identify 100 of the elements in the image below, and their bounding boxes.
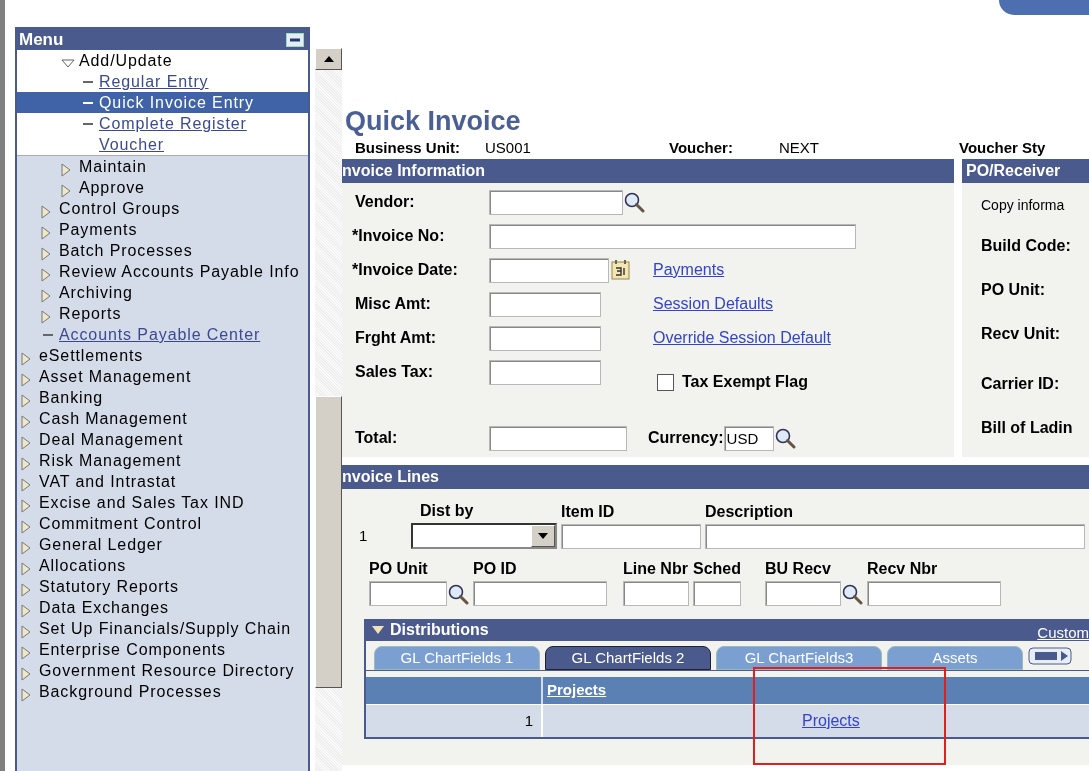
panel-text: Copy informa xyxy=(981,196,1066,215)
checkbox[interactable] xyxy=(657,373,674,391)
field-label: Recv Unit: xyxy=(981,324,1062,344)
input-field[interactable] xyxy=(489,257,609,283)
menu-item[interactable]: Batch Processes xyxy=(59,240,193,261)
input-field[interactable] xyxy=(623,581,689,606)
customize-link[interactable]: Custom xyxy=(1037,625,1089,641)
field-label: Business Unit: xyxy=(355,138,461,159)
up-arrow-icon xyxy=(323,56,334,62)
input-field[interactable]: USD xyxy=(723,425,774,451)
calendar-icon[interactable] xyxy=(611,259,631,281)
link[interactable]: Session Defaults xyxy=(653,292,774,316)
input-field[interactable] xyxy=(473,581,607,606)
section-header: nvoice Lines xyxy=(342,465,1089,489)
menu-item[interactable]: Asset Management xyxy=(39,366,192,387)
checkbox-label: Tax Exempt Flag xyxy=(682,372,808,392)
row-number: 1 xyxy=(359,525,369,546)
menu-item[interactable]: Government Resource Directory xyxy=(39,660,295,681)
input-field[interactable] xyxy=(489,425,627,451)
menu-item[interactable]: Statutory Reports xyxy=(39,576,179,597)
field-label: Voucher: xyxy=(669,138,734,159)
menu-item[interactable]: Deal Management xyxy=(39,429,184,450)
field-label: Bill of Ladin xyxy=(981,418,1074,438)
field-label: Sales Tax: xyxy=(355,362,434,382)
field-label: Description xyxy=(705,502,794,522)
menu-item[interactable]: eSettlements xyxy=(39,345,144,366)
menu-item[interactable]: VAT and Intrastat xyxy=(39,471,177,492)
menu-item[interactable]: Set Up Financials/Supply Chain xyxy=(39,618,291,639)
field-value: US001 xyxy=(485,138,532,159)
menu-item[interactable]: Data Exchanges xyxy=(39,597,169,618)
tab[interactable]: GL ChartFields 2 xyxy=(545,646,711,670)
menu-item[interactable]: Allocations xyxy=(39,555,127,576)
search-icon[interactable] xyxy=(773,427,796,449)
menu-link[interactable]: Regular Entry xyxy=(99,71,209,92)
input-field[interactable] xyxy=(705,524,1085,549)
minus-icon xyxy=(290,37,300,42)
link[interactable]: Projects xyxy=(802,712,860,729)
menu-item[interactable]: Quick Invoice Entry xyxy=(17,92,308,113)
field-label: Carrier ID: xyxy=(981,374,1061,394)
input-field[interactable] xyxy=(765,581,841,606)
field-label: Dist by xyxy=(420,501,475,521)
search-icon[interactable] xyxy=(623,191,645,213)
caret-icon xyxy=(538,533,548,539)
field-label: Misc Amt: xyxy=(355,294,432,314)
search-icon[interactable] xyxy=(841,582,863,605)
field-label: Sched xyxy=(693,559,741,579)
section-title: Distributions xyxy=(390,620,489,640)
section-header: PO/Receiver xyxy=(962,159,1089,183)
menu-item[interactable]: General Ledger xyxy=(39,534,163,555)
menu-item[interactable]: Reports xyxy=(59,303,122,324)
menu-item[interactable]: Excise and Sales Tax IND xyxy=(39,492,245,513)
field-label: Item ID xyxy=(561,502,616,522)
field-label: Line Nbr xyxy=(623,559,689,579)
dropdown[interactable] xyxy=(411,523,557,549)
field-label: BU Recv xyxy=(765,559,832,579)
field-label: Build Code: xyxy=(981,236,1072,256)
field-label: PO Unit xyxy=(369,559,429,579)
collapse-button[interactable] xyxy=(286,32,304,47)
menu-item[interactable]: Background Processes xyxy=(39,681,222,702)
field-label: PO ID xyxy=(473,559,518,579)
field-label: PO Unit: xyxy=(981,280,1046,300)
field-label: Recv Nbr xyxy=(867,559,939,579)
field-label: Voucher Sty xyxy=(959,138,1046,159)
menu-item[interactable]: Cash Management xyxy=(39,408,188,429)
input-field[interactable] xyxy=(489,359,601,385)
menu-item[interactable]: Control Groups xyxy=(59,198,181,219)
tabs-menu-icon[interactable] xyxy=(1028,646,1072,665)
input-field[interactable] xyxy=(489,291,601,317)
input-field[interactable] xyxy=(489,189,623,215)
field-label: Currency: xyxy=(648,428,724,448)
field-label: Total: xyxy=(355,428,399,448)
menu-item[interactable]: Risk Management xyxy=(39,450,182,471)
input-field[interactable] xyxy=(693,581,741,606)
scroll-up-button[interactable] xyxy=(315,48,342,70)
input-field[interactable] xyxy=(867,581,1001,606)
input-field[interactable] xyxy=(489,325,601,351)
menu-link[interactable]: Complete Register Voucher xyxy=(99,113,308,155)
link[interactable]: Payments xyxy=(653,258,725,282)
input-field[interactable] xyxy=(561,524,701,549)
menu-item[interactable]: Banking xyxy=(39,387,104,408)
link[interactable]: Override Session Default xyxy=(653,326,831,350)
input-field[interactable] xyxy=(369,581,447,606)
scrollbar-thumb[interactable] xyxy=(315,396,342,688)
menu-item[interactable]: Payments xyxy=(59,219,138,240)
field-label: *Invoice No: xyxy=(352,226,446,246)
menu-link[interactable]: Accounts Payable Center xyxy=(59,324,261,345)
menu-item[interactable]: Enterprise Components xyxy=(39,639,226,660)
input-field[interactable] xyxy=(489,223,856,249)
field-label: Frght Amt: xyxy=(355,328,438,348)
field-label: *Invoice Date: xyxy=(352,260,459,280)
field-label: Vendor: xyxy=(355,192,416,212)
menu-item[interactable]: Approve xyxy=(79,177,145,198)
menu-item[interactable]: Maintain xyxy=(79,156,147,177)
search-icon[interactable] xyxy=(447,582,469,605)
field-value: NEXT xyxy=(779,138,820,159)
menu-item[interactable]: Archiving xyxy=(59,282,133,303)
menu-item[interactable]: Add/Update xyxy=(79,50,173,71)
row-number: 1 xyxy=(366,705,543,737)
menu-item[interactable]: Review Accounts Payable Info xyxy=(59,261,300,282)
menu-item[interactable]: Commitment Control xyxy=(39,513,202,534)
